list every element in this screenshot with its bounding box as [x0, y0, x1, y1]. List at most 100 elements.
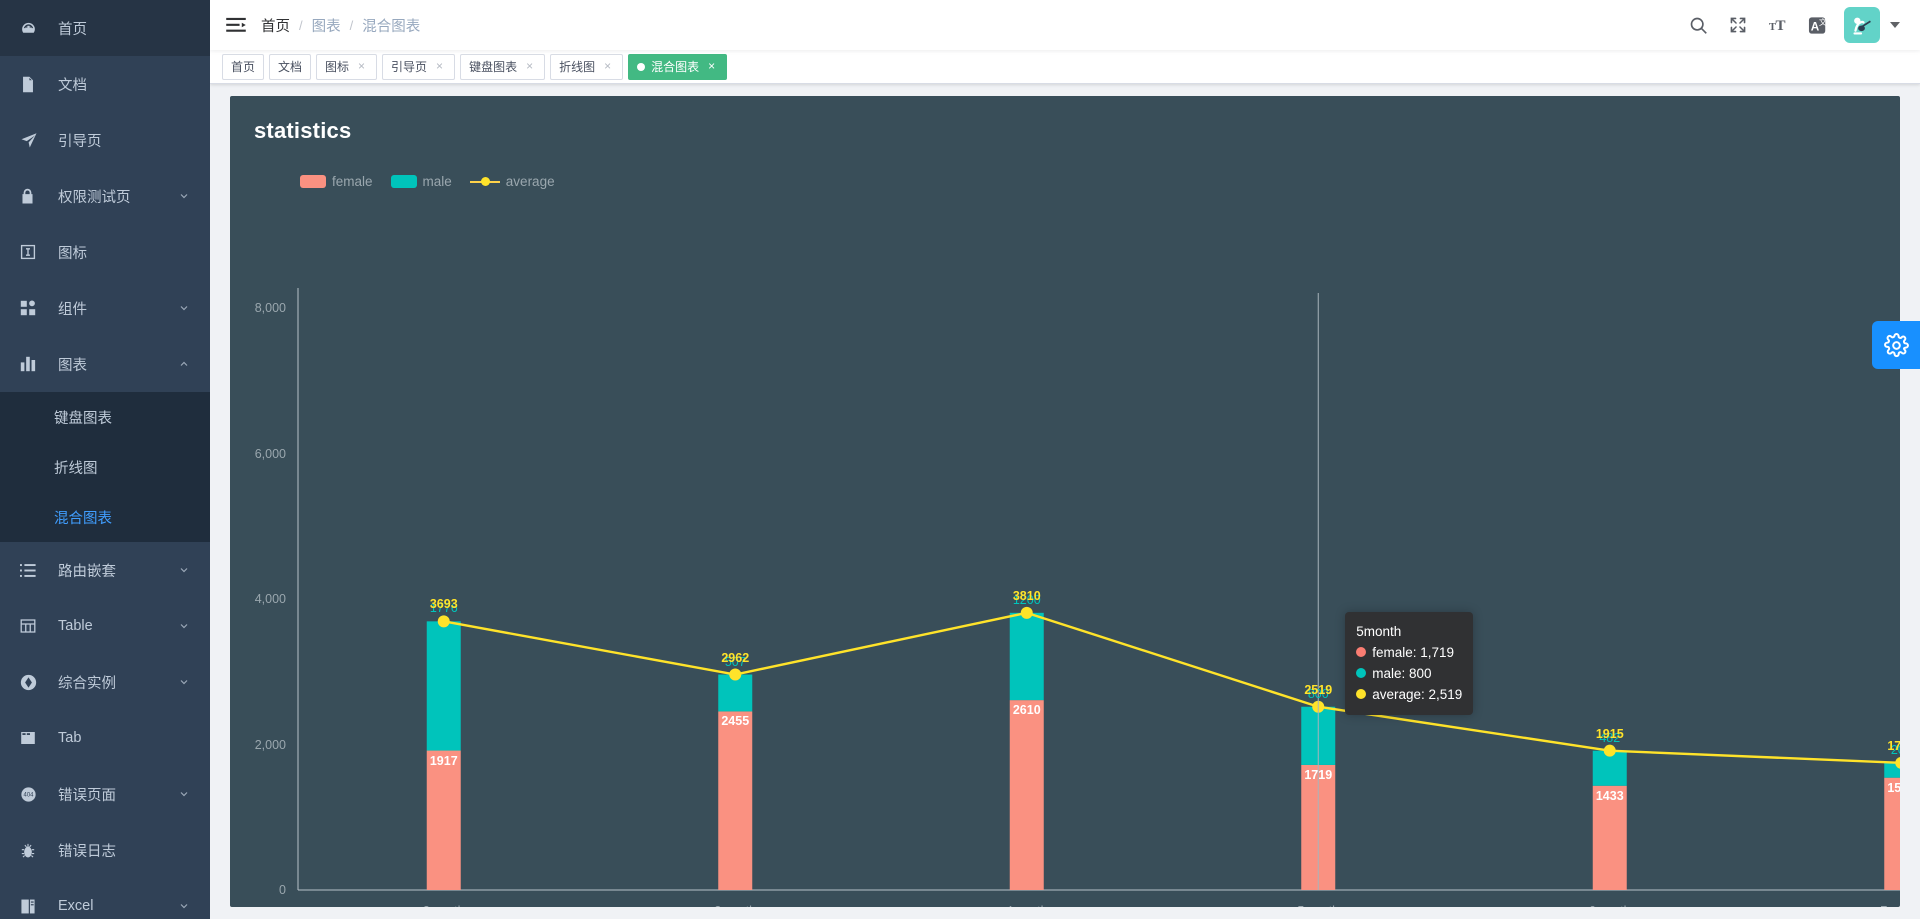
navbar-actions: T T A 文 — [1678, 0, 1910, 50]
sidebar-item-label: 图标 — [58, 245, 87, 262]
sidebar-item-label: 错误日志 — [58, 843, 116, 860]
sidebar-item-components[interactable]: 组件 — [0, 280, 210, 336]
tag-guide[interactable]: 引导页 × — [382, 53, 456, 80]
chevron-down-icon — [1890, 22, 1900, 28]
sidebar-item-guide[interactable]: 引导页 — [0, 112, 210, 168]
tag-label: 首页 — [231, 60, 256, 74]
x-axis-tick-label: 7month — [1880, 904, 1900, 907]
line-label-average: 1915 — [1595, 726, 1624, 741]
line-label-average: 1748 — [1887, 738, 1900, 753]
mix-chart-card: statistics female male average 0 2,000 4… — [230, 96, 1900, 907]
sidebar-item-nested-route[interactable]: 路由嵌套 — [0, 542, 210, 598]
chart-bar-icon — [20, 355, 46, 373]
sidebar-subitem-mix-chart[interactable]: 混合图表 — [0, 492, 210, 542]
y-axis-tick-label: 0 — [279, 883, 286, 897]
tooltip-label: male: 800 — [1372, 665, 1432, 681]
y-axis-tick-label: 6,000 — [254, 446, 286, 461]
example-icon — [20, 673, 46, 691]
breadcrumb-item-charts[interactable]: 图表 — [312, 15, 341, 36]
bar-male — [1009, 612, 1044, 701]
active-dot-icon — [637, 62, 646, 71]
translate-icon[interactable]: A 文 — [1798, 0, 1838, 50]
line-point-average — [1020, 606, 1033, 619]
tags-view: 首页 文档 图标 × 引导页 × 键盘图表 × 折线图 × 混合图表 × — [210, 50, 1920, 84]
gear-icon — [1883, 332, 1909, 358]
dashboard-icon — [20, 19, 46, 37]
document-icon — [20, 75, 46, 93]
sidebar-item-tab[interactable]: Tab — [0, 710, 210, 766]
breadcrumb-item-mix-chart[interactable]: 混合图表 — [362, 15, 420, 36]
bar-label-female: 2455 — [721, 714, 750, 729]
sidebar-item-permission[interactable]: 权限测试页 — [0, 168, 210, 224]
sidebar-subitem-line-chart[interactable]: 折线图 — [0, 442, 210, 492]
tag-keyboard-chart[interactable]: 键盘图表 × — [460, 53, 546, 80]
tag-mix-chart[interactable]: 混合图表 × — [628, 53, 728, 80]
sidebar-item-error-log[interactable]: 错误日志 — [0, 822, 210, 878]
component-icon — [20, 299, 46, 317]
sidebar-item-icons[interactable]: 图标 — [0, 224, 210, 280]
chevron-down-icon — [178, 676, 190, 688]
close-icon[interactable]: × — [433, 60, 446, 73]
close-icon[interactable]: × — [355, 60, 368, 73]
line-label-average: 3693 — [429, 597, 458, 612]
bar-male — [426, 621, 461, 751]
search-icon[interactable] — [1678, 0, 1718, 50]
sidebar-subitem-label: 混合图表 — [54, 510, 112, 527]
sidebar-item-label: Table — [58, 618, 93, 634]
line-label-average: 2962 — [721, 650, 750, 665]
x-axis-tick-label: 3month — [714, 904, 756, 907]
sidebar-item-error-page[interactable]: 404 错误页面 — [0, 766, 210, 822]
chevron-down-icon — [178, 620, 190, 632]
fullscreen-icon[interactable] — [1718, 0, 1758, 50]
tag-label: 图标 — [325, 60, 350, 74]
sidebar-item-excel[interactable]: Excel — [0, 878, 210, 919]
breadcrumb-item-home: 首页 — [261, 18, 290, 35]
tag-label: 引导页 — [391, 60, 428, 74]
close-icon[interactable]: × — [705, 60, 718, 73]
sidebar-item-label: 路由嵌套 — [58, 563, 116, 580]
tag-document[interactable]: 文档 — [269, 53, 312, 80]
sidebar-submenu-charts: 键盘图表 折线图 混合图表 — [0, 392, 210, 542]
y-axis-tick-label: 4,000 — [254, 592, 286, 606]
bar-female — [718, 711, 753, 890]
x-axis-tick-label: 6month — [1589, 904, 1631, 907]
svg-text:404: 404 — [24, 792, 35, 798]
guide-icon — [20, 131, 46, 149]
sidebar-item-label: 引导页 — [58, 133, 102, 150]
chevron-up-icon — [178, 358, 190, 370]
sidebar-item-label: 组件 — [58, 301, 87, 318]
lock-icon — [20, 187, 46, 205]
tag-home[interactable]: 首页 — [222, 53, 265, 80]
hamburger-icon[interactable] — [210, 0, 261, 50]
tag-label: 键盘图表 — [469, 60, 518, 74]
bar-female — [426, 750, 461, 890]
settings-button[interactable] — [1872, 321, 1920, 369]
sidebar-item-label: 首页 — [58, 21, 87, 38]
line-point-average — [437, 615, 450, 628]
tooltip-label: average: 2,519 — [1372, 686, 1463, 702]
sidebar-item-dashboard[interactable]: 首页 — [0, 0, 210, 56]
sidebar-item-charts[interactable]: 图表 — [0, 336, 210, 392]
tag-line-chart[interactable]: 折线图 × — [550, 53, 624, 80]
sidebar-item-label: 权限测试页 — [58, 189, 131, 206]
line-point-average — [729, 668, 742, 681]
x-axis-tick-label: 2month — [423, 904, 465, 907]
sidebar-item-label: Excel — [58, 898, 94, 914]
user-menu[interactable] — [1838, 7, 1910, 43]
font-size-icon[interactable]: T T — [1758, 0, 1798, 50]
close-icon[interactable]: × — [601, 60, 614, 73]
sidebar-item-table[interactable]: Table — [0, 598, 210, 654]
sidebar-item-example[interactable]: 综合实例 — [0, 654, 210, 710]
error-404-icon: 404 — [20, 785, 46, 803]
chart-tooltip: 5month female: 1,719 male: 800 average: … — [1345, 611, 1474, 715]
close-icon[interactable]: × — [523, 60, 536, 73]
line-series-average — [443, 611, 1900, 764]
bar-label-female: 1719 — [1304, 767, 1333, 782]
sidebar-item-document[interactable]: 文档 — [0, 56, 210, 112]
svg-text:T: T — [1776, 18, 1786, 34]
tooltip-dot-female — [1356, 647, 1367, 658]
sidebar-subitem-keyboard-chart[interactable]: 键盘图表 — [0, 392, 210, 442]
tag-icons[interactable]: 图标 × — [316, 53, 378, 80]
sidebar-item-label: 文档 — [58, 77, 87, 94]
line-label-average: 2519 — [1304, 682, 1333, 697]
